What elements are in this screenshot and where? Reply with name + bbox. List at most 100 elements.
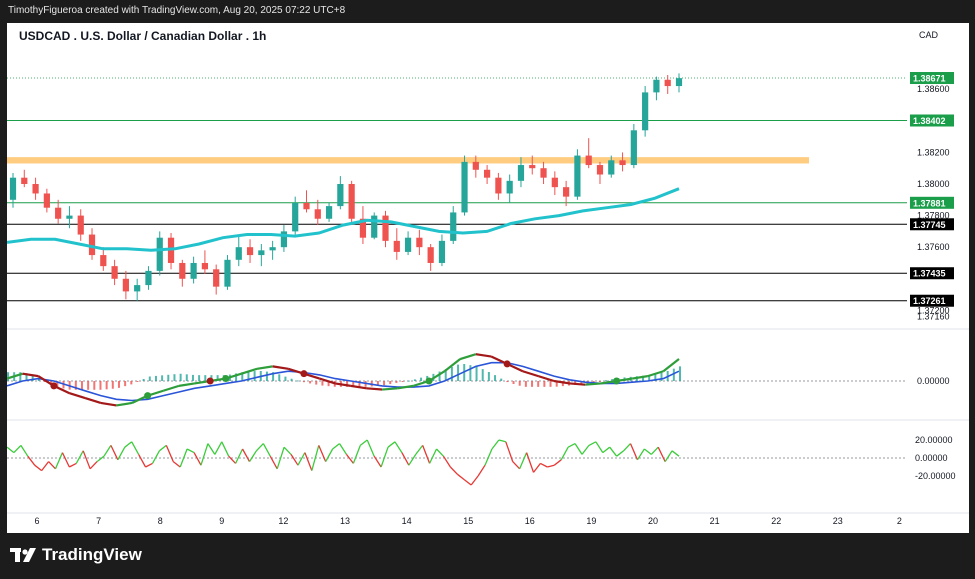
- oscillator-segment: [41, 461, 50, 471]
- macd-histogram-bar: [142, 378, 145, 381]
- macd-histogram-bar: [161, 375, 164, 381]
- candle-body: [563, 187, 570, 197]
- bottom-bar: TradingView: [0, 533, 975, 579]
- macd-line-segment: [381, 387, 398, 391]
- time-tick-label: 9: [219, 516, 224, 526]
- oscillator-segment: [387, 441, 396, 448]
- oscillator-segment: [131, 441, 140, 455]
- oscillator-segment: [366, 439, 375, 457]
- macd-histogram-bar: [253, 371, 256, 381]
- candle-body: [337, 184, 344, 207]
- oscillator-segment: [401, 452, 410, 466]
- candle-body: [224, 259, 231, 287]
- oscillator-segment: [491, 439, 500, 450]
- candle-body: [213, 269, 220, 287]
- tradingview-logo[interactable]: TradingView: [10, 545, 142, 565]
- candle-body: [483, 169, 491, 178]
- candle-body: [608, 160, 615, 175]
- oscillator-segment: [394, 441, 403, 453]
- candle-body: [540, 168, 547, 178]
- time-tick-label: 23: [833, 516, 843, 526]
- oscillator-segment: [436, 448, 444, 457]
- macd-histogram-bar: [598, 381, 601, 382]
- macd-histogram-bar: [130, 381, 133, 385]
- candle-body: [156, 237, 163, 271]
- macd-histogram-bar: [401, 381, 404, 382]
- price-label-text: 1.38671: [913, 74, 946, 84]
- candle-body: [134, 285, 141, 292]
- macd-histogram-bar: [198, 375, 201, 381]
- candle-body: [506, 180, 513, 194]
- candle-body: [517, 165, 525, 181]
- oscillator-segment: [525, 452, 535, 473]
- time-tick-label: 19: [586, 516, 596, 526]
- oscillator-segment: [533, 463, 541, 473]
- macd-histogram-bar: [278, 374, 281, 381]
- macd-histogram-bar: [413, 379, 416, 381]
- oscillator-segment: [304, 452, 313, 471]
- macd-histogram-bar: [469, 365, 472, 381]
- oscillator-segment: [228, 455, 237, 464]
- candle-body: [529, 165, 536, 169]
- candle-body: [393, 240, 400, 252]
- macd-cross-marker: [144, 392, 152, 400]
- brand-name: TradingView: [42, 545, 142, 564]
- oscillator-segment: [13, 444, 22, 454]
- oscillator-segment: [470, 475, 479, 486]
- candle-body: [43, 193, 50, 208]
- macd-cross-marker: [206, 377, 214, 385]
- candle-body: [416, 237, 423, 248]
- macd-histogram-bar: [512, 381, 515, 384]
- macd-line-segment: [662, 358, 680, 373]
- time-tick-label: 15: [463, 516, 473, 526]
- candle-body: [111, 266, 118, 279]
- candle-body: [303, 202, 310, 210]
- oscillator-segment: [172, 461, 181, 468]
- macd-line-segment: [84, 397, 102, 405]
- macd-histogram-bar: [87, 381, 90, 390]
- oscillator-segment: [54, 452, 64, 470]
- candle-body: [325, 206, 333, 219]
- macd-histogram-bar: [204, 375, 207, 381]
- oscillator-segment: [602, 446, 611, 454]
- macd-line-segment: [538, 375, 555, 383]
- macd-histogram-bar: [506, 381, 509, 383]
- macd-histogram-bar: [148, 376, 151, 381]
- time-tick-label: 6: [34, 516, 39, 526]
- oscillator-segment: [138, 454, 147, 468]
- price-tick-label: 1.38600: [917, 84, 950, 94]
- macd-histogram-bar: [457, 364, 460, 381]
- candle-body: [585, 155, 592, 166]
- time-axis: 6 7 8 9 12 13 14 15 16 19 20 21 22 23 2: [7, 512, 969, 526]
- oscillator-segment: [463, 479, 472, 486]
- macd-line-segment: [631, 375, 648, 380]
- price-tick-label: 1.37160: [917, 312, 950, 322]
- price-tick-label: 1.37600: [917, 242, 950, 252]
- oscillator-segment: [643, 448, 652, 455]
- macd-histogram-bar: [179, 373, 182, 381]
- price-tick-label: 1.38200: [917, 147, 950, 157]
- oscillator-segment: [505, 441, 514, 462]
- macd-histogram-bar: [524, 381, 527, 387]
- oscillator-segment: [200, 443, 209, 466]
- time-tick-label: 7: [96, 516, 101, 526]
- oscillator-segment: [512, 461, 521, 470]
- oscillator-segment: [207, 443, 216, 455]
- time-tick-label: 22: [771, 516, 781, 526]
- macd-histogram-bar: [605, 380, 608, 382]
- oscillator-tick-label: -20.00000: [915, 471, 956, 481]
- oscillator-segment: [519, 452, 528, 470]
- macd-histogram-bar: [93, 381, 96, 390]
- candle-body: [642, 92, 649, 131]
- oscillator-segment: [616, 450, 624, 457]
- candle-body: [675, 78, 683, 87]
- chart-canvas[interactable]: 6 7 8 9 12 13 14 15 16 19 20 21 22 23 2 1.38600 1.38200…: [7, 23, 969, 533]
- oscillator-segment: [408, 454, 417, 466]
- oscillator-segment: [48, 461, 56, 470]
- macd-line-segment: [585, 382, 601, 386]
- oscillator-segment: [124, 441, 133, 448]
- price-pane: [7, 73, 969, 421]
- macd-histogram-bar: [191, 374, 194, 381]
- macd-histogram-bar: [124, 381, 127, 387]
- chart-frame[interactable]: 6 7 8 9 12 13 14 15 16 19 20 21 22 23 2 1.38600 1.38200…: [7, 23, 969, 533]
